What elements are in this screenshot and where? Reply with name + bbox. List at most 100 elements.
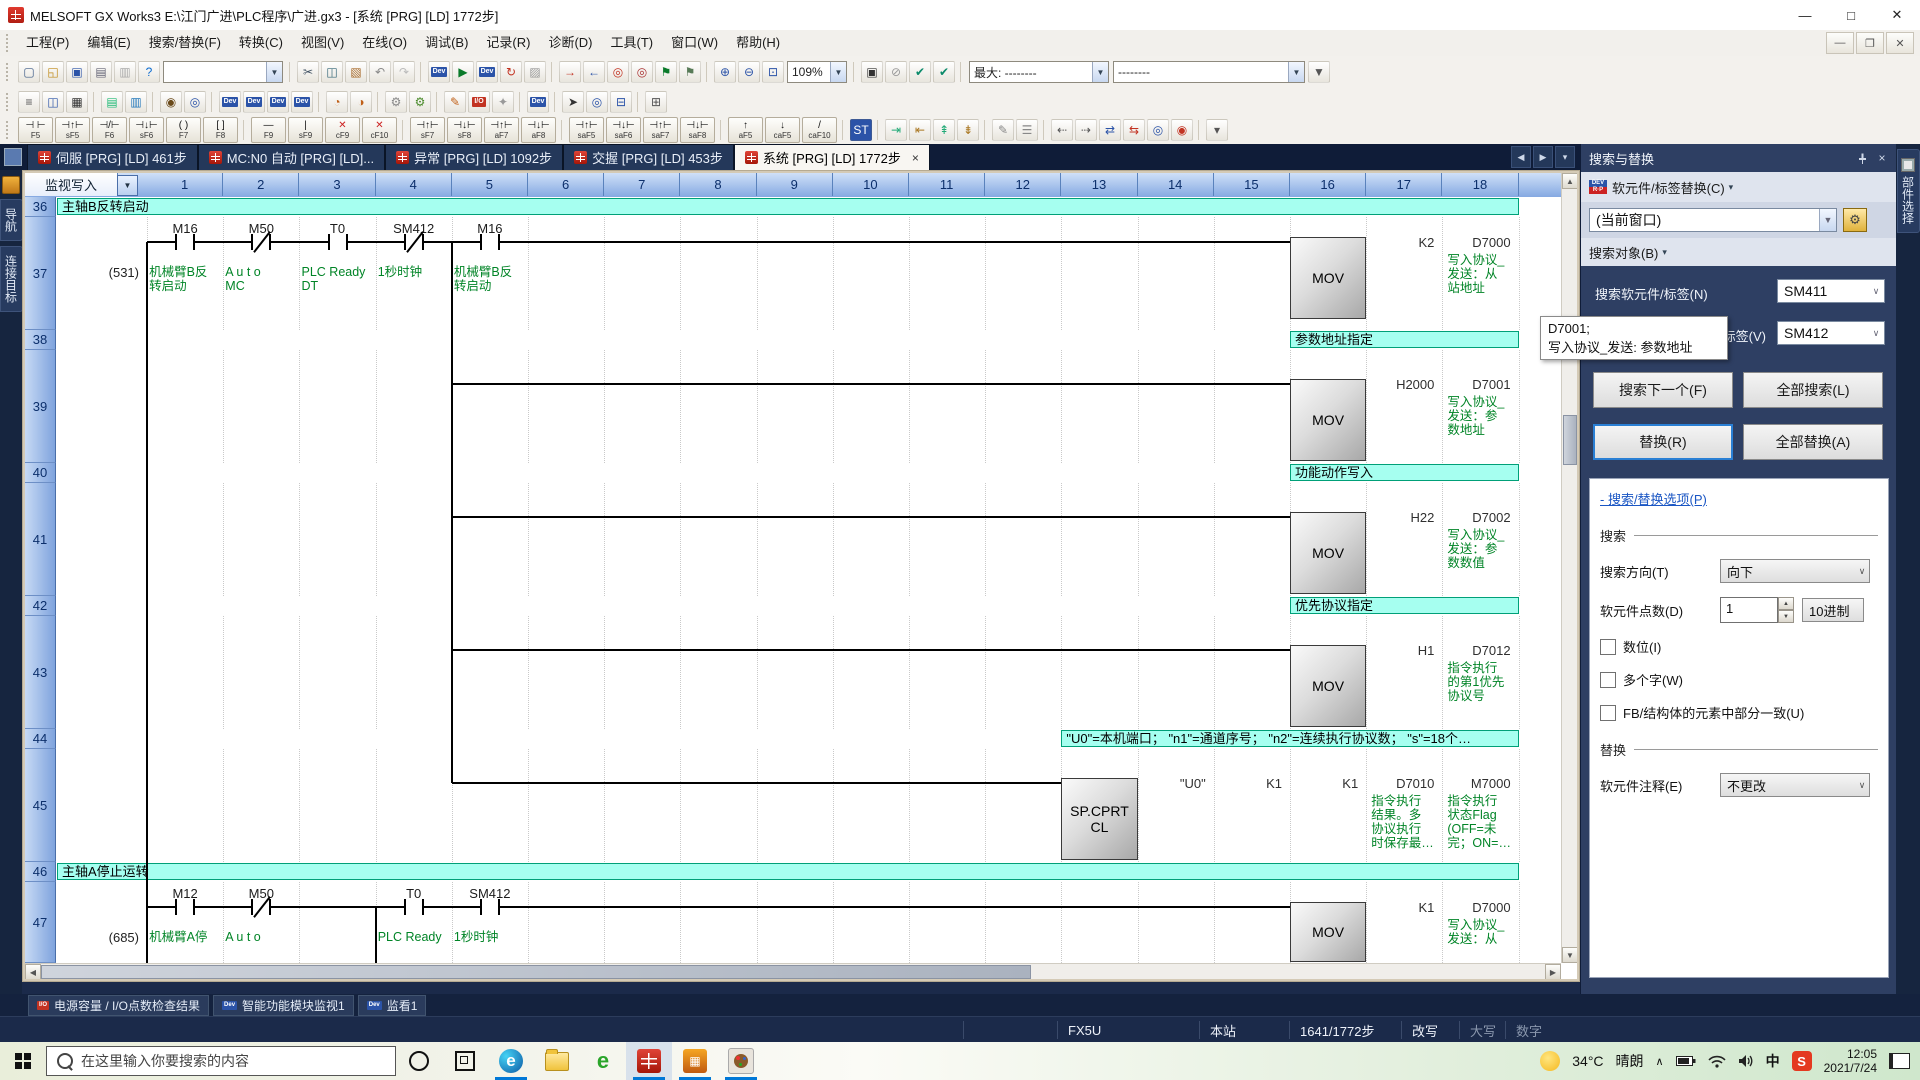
instruction-block-SP.CPRT[interactable]: SP.CPRTCL	[1061, 778, 1137, 860]
jump-back-icon[interactable]: ⇠	[1051, 119, 1073, 141]
tab-close-icon[interactable]: ×	[912, 151, 919, 165]
paste-icon[interactable]: ▧	[345, 61, 367, 83]
start-button[interactable]	[0, 1042, 46, 1080]
instruction-block-MOV[interactable]: MOV	[1290, 902, 1366, 962]
chevron-down-icon[interactable]: ∨	[1868, 286, 1884, 297]
replace-all-button[interactable]: 全部替换(A)	[1743, 424, 1883, 460]
delete-row-icon[interactable]: ⇤	[909, 119, 931, 141]
write-to-plc-icon[interactable]: →	[559, 61, 581, 83]
weather-icon[interactable]	[1540, 1051, 1560, 1071]
ladder-symbol-button-F5[interactable]: ⊣ ⊢F5	[18, 117, 53, 143]
mdi-minimize-button[interactable]: —	[1826, 32, 1854, 54]
operand-value[interactable]: M7000	[1442, 776, 1510, 791]
redo-icon[interactable]: ↷	[393, 61, 415, 83]
ime-indicator[interactable]: 中	[1766, 1051, 1780, 1071]
print-icon[interactable]: ▤	[90, 61, 112, 83]
gear-green-icon[interactable]: ⚙	[409, 91, 431, 113]
dropdown-more-icon[interactable]: ▼	[1308, 61, 1330, 83]
ladder-symbol-button-saF7[interactable]: ⊣↑⊢saF7	[643, 117, 678, 143]
document-tab-2[interactable]: MC:N0 自动 [PRG] [LD]...	[198, 144, 385, 170]
file-explorer-icon[interactable]	[534, 1042, 580, 1080]
monitor-stop-icon[interactable]: ⚑	[679, 61, 701, 83]
monitor-start-icon[interactable]: ⚑	[655, 61, 677, 83]
stamp-icon[interactable]: ▥	[114, 61, 136, 83]
docked-window-tab-1[interactable]: I/O电源容量 / I/O点数检查结果	[28, 995, 209, 1016]
screen-find-icon[interactable]: ◎	[586, 91, 608, 113]
mdi-close-button[interactable]: ✕	[1886, 32, 1914, 54]
undo-icon[interactable]: ↶	[369, 61, 391, 83]
cut-icon[interactable]: ✂	[297, 61, 319, 83]
option-checkbox-2[interactable]: 多个字(W)	[1600, 670, 1878, 689]
document-tab-3[interactable]: 异常 [PRG] [LD] 1092步	[385, 144, 563, 170]
weather-temp[interactable]: 34°C	[1572, 1053, 1603, 1069]
device-points-input[interactable]: 1	[1720, 597, 1778, 623]
operand-value[interactable]: "U0"	[1138, 776, 1206, 791]
zoom-out-icon[interactable]: ⊖	[738, 61, 760, 83]
clock-setting-icon[interactable]: ◔	[326, 91, 348, 113]
operand-value[interactable]: H2000	[1366, 377, 1434, 392]
replace-mode-label[interactable]: 软元件/标签替换(C)	[1612, 178, 1725, 197]
dock-tab-导航[interactable]: 导航	[0, 199, 23, 241]
sogou-ime-icon[interactable]: S	[1792, 1051, 1812, 1071]
menu-item[interactable]: 搜索/替换(F)	[140, 32, 230, 54]
io-assign-icon[interactable]: I/O	[468, 91, 490, 113]
find-all-button[interactable]: 全部搜索(L)	[1743, 372, 1883, 408]
menu-item[interactable]: 记录(R)	[477, 32, 539, 54]
rung-comment-bar[interactable]: 主轴A停止运转	[57, 863, 1519, 880]
find-window-icon[interactable]: ◎	[184, 91, 206, 113]
duplicate-icon[interactable]: ▨	[524, 61, 546, 83]
operand-value[interactable]: D7001	[1442, 377, 1510, 392]
chevron-down-icon[interactable]: ▼	[1288, 62, 1304, 82]
chevron-down-icon[interactable]: ▾	[1729, 182, 1734, 193]
menu-item[interactable]: 转换(C)	[230, 32, 292, 54]
ladder-symbol-button-sF9[interactable]: |sF9	[288, 117, 323, 143]
document-tab-5[interactable]: 系统 [PRG] [LD] 1772步×	[734, 144, 930, 170]
contact-SM412[interactable]: SM4121秒时钟	[452, 886, 528, 963]
operand-value[interactable]: K1	[1214, 776, 1282, 791]
module-config-icon[interactable]: ◫	[42, 91, 64, 113]
chip-icon[interactable]: ▦	[66, 91, 88, 113]
check-parameter-icon[interactable]: ✔	[933, 61, 955, 83]
device-comment-icon[interactable]: Dev	[219, 91, 241, 113]
chevron-down-icon[interactable]: ▼	[1819, 209, 1836, 231]
replace-button[interactable]: 替换(R)	[1593, 424, 1733, 460]
terminal-monitor-icon[interactable]: ▶	[452, 61, 474, 83]
ladder-symbol-button-aF8[interactable]: ⊣↓⊢aF8	[521, 117, 556, 143]
dock-icon[interactable]	[2, 176, 20, 194]
scope-settings-icon[interactable]: ⚙	[1843, 208, 1867, 232]
task-view-button[interactable]	[442, 1042, 488, 1080]
minimize-button[interactable]: —	[1782, 0, 1828, 30]
device-points-stepper[interactable]: ▲▼	[1778, 597, 1794, 623]
contact-T0[interactable]: T0PLC ReadyDT	[300, 221, 376, 330]
taskbar-search-input[interactable]: 在这里输入你要搜索的内容	[46, 1046, 396, 1076]
tab-scroll-left-icon[interactable]: ◀	[1511, 146, 1531, 168]
ladder-symbol-button-F6[interactable]: ⊣/⊢F6	[92, 117, 127, 143]
tab-scroll-right-icon[interactable]: ▶	[1533, 146, 1553, 168]
checkbox-icon[interactable]	[1600, 705, 1616, 721]
contact-SM412[interactable]: SM4121秒时钟	[376, 221, 452, 330]
comment-edit-icon[interactable]: ✎	[992, 119, 1014, 141]
ladder-symbol-button-caF10[interactable]: /caF10	[802, 117, 837, 143]
wrap-edit-icon[interactable]: ⇄	[1099, 119, 1121, 141]
find-next-button[interactable]: 搜索下一个(F)	[1593, 372, 1733, 408]
menu-item[interactable]: 编辑(E)	[78, 32, 139, 54]
ladder-symbol-button-sF6[interactable]: ⊣↓⊢sF6	[129, 117, 164, 143]
chevron-down-icon[interactable]: ∨	[1868, 328, 1884, 339]
clock-monitor-icon[interactable]: ◑	[350, 91, 372, 113]
direction-combo[interactable]: 向下∨	[1720, 559, 1870, 583]
device-memory-icon[interactable]: Dev	[243, 91, 265, 113]
ladder-symbol-button-sF7[interactable]: ⊣↑⊢sF7	[410, 117, 445, 143]
number-base-combo[interactable]: 10进制	[1802, 598, 1864, 622]
zoom-in-icon[interactable]: ⊕	[714, 61, 736, 83]
device-find-icon[interactable]: Dev	[527, 91, 549, 113]
pointer-find-icon[interactable]: ➤	[562, 91, 584, 113]
vertical-scrollbar[interactable]: ▲ ▼	[1561, 173, 1577, 963]
new-project-icon[interactable]: ▢	[18, 61, 40, 83]
ladder-symbol-button-aF7[interactable]: ⊣↑⊢aF7	[484, 117, 519, 143]
option-icon[interactable]: ▾	[1206, 119, 1228, 141]
filter-combo[interactable]: --------▼	[1113, 61, 1305, 83]
help-icon[interactable]: ?	[138, 61, 160, 83]
operand-value[interactable]: K1	[1290, 776, 1358, 791]
gear-gray-icon[interactable]: ⚙	[385, 91, 407, 113]
document-tab-4[interactable]: 交握 [PRG] [LD] 453步	[563, 144, 734, 170]
